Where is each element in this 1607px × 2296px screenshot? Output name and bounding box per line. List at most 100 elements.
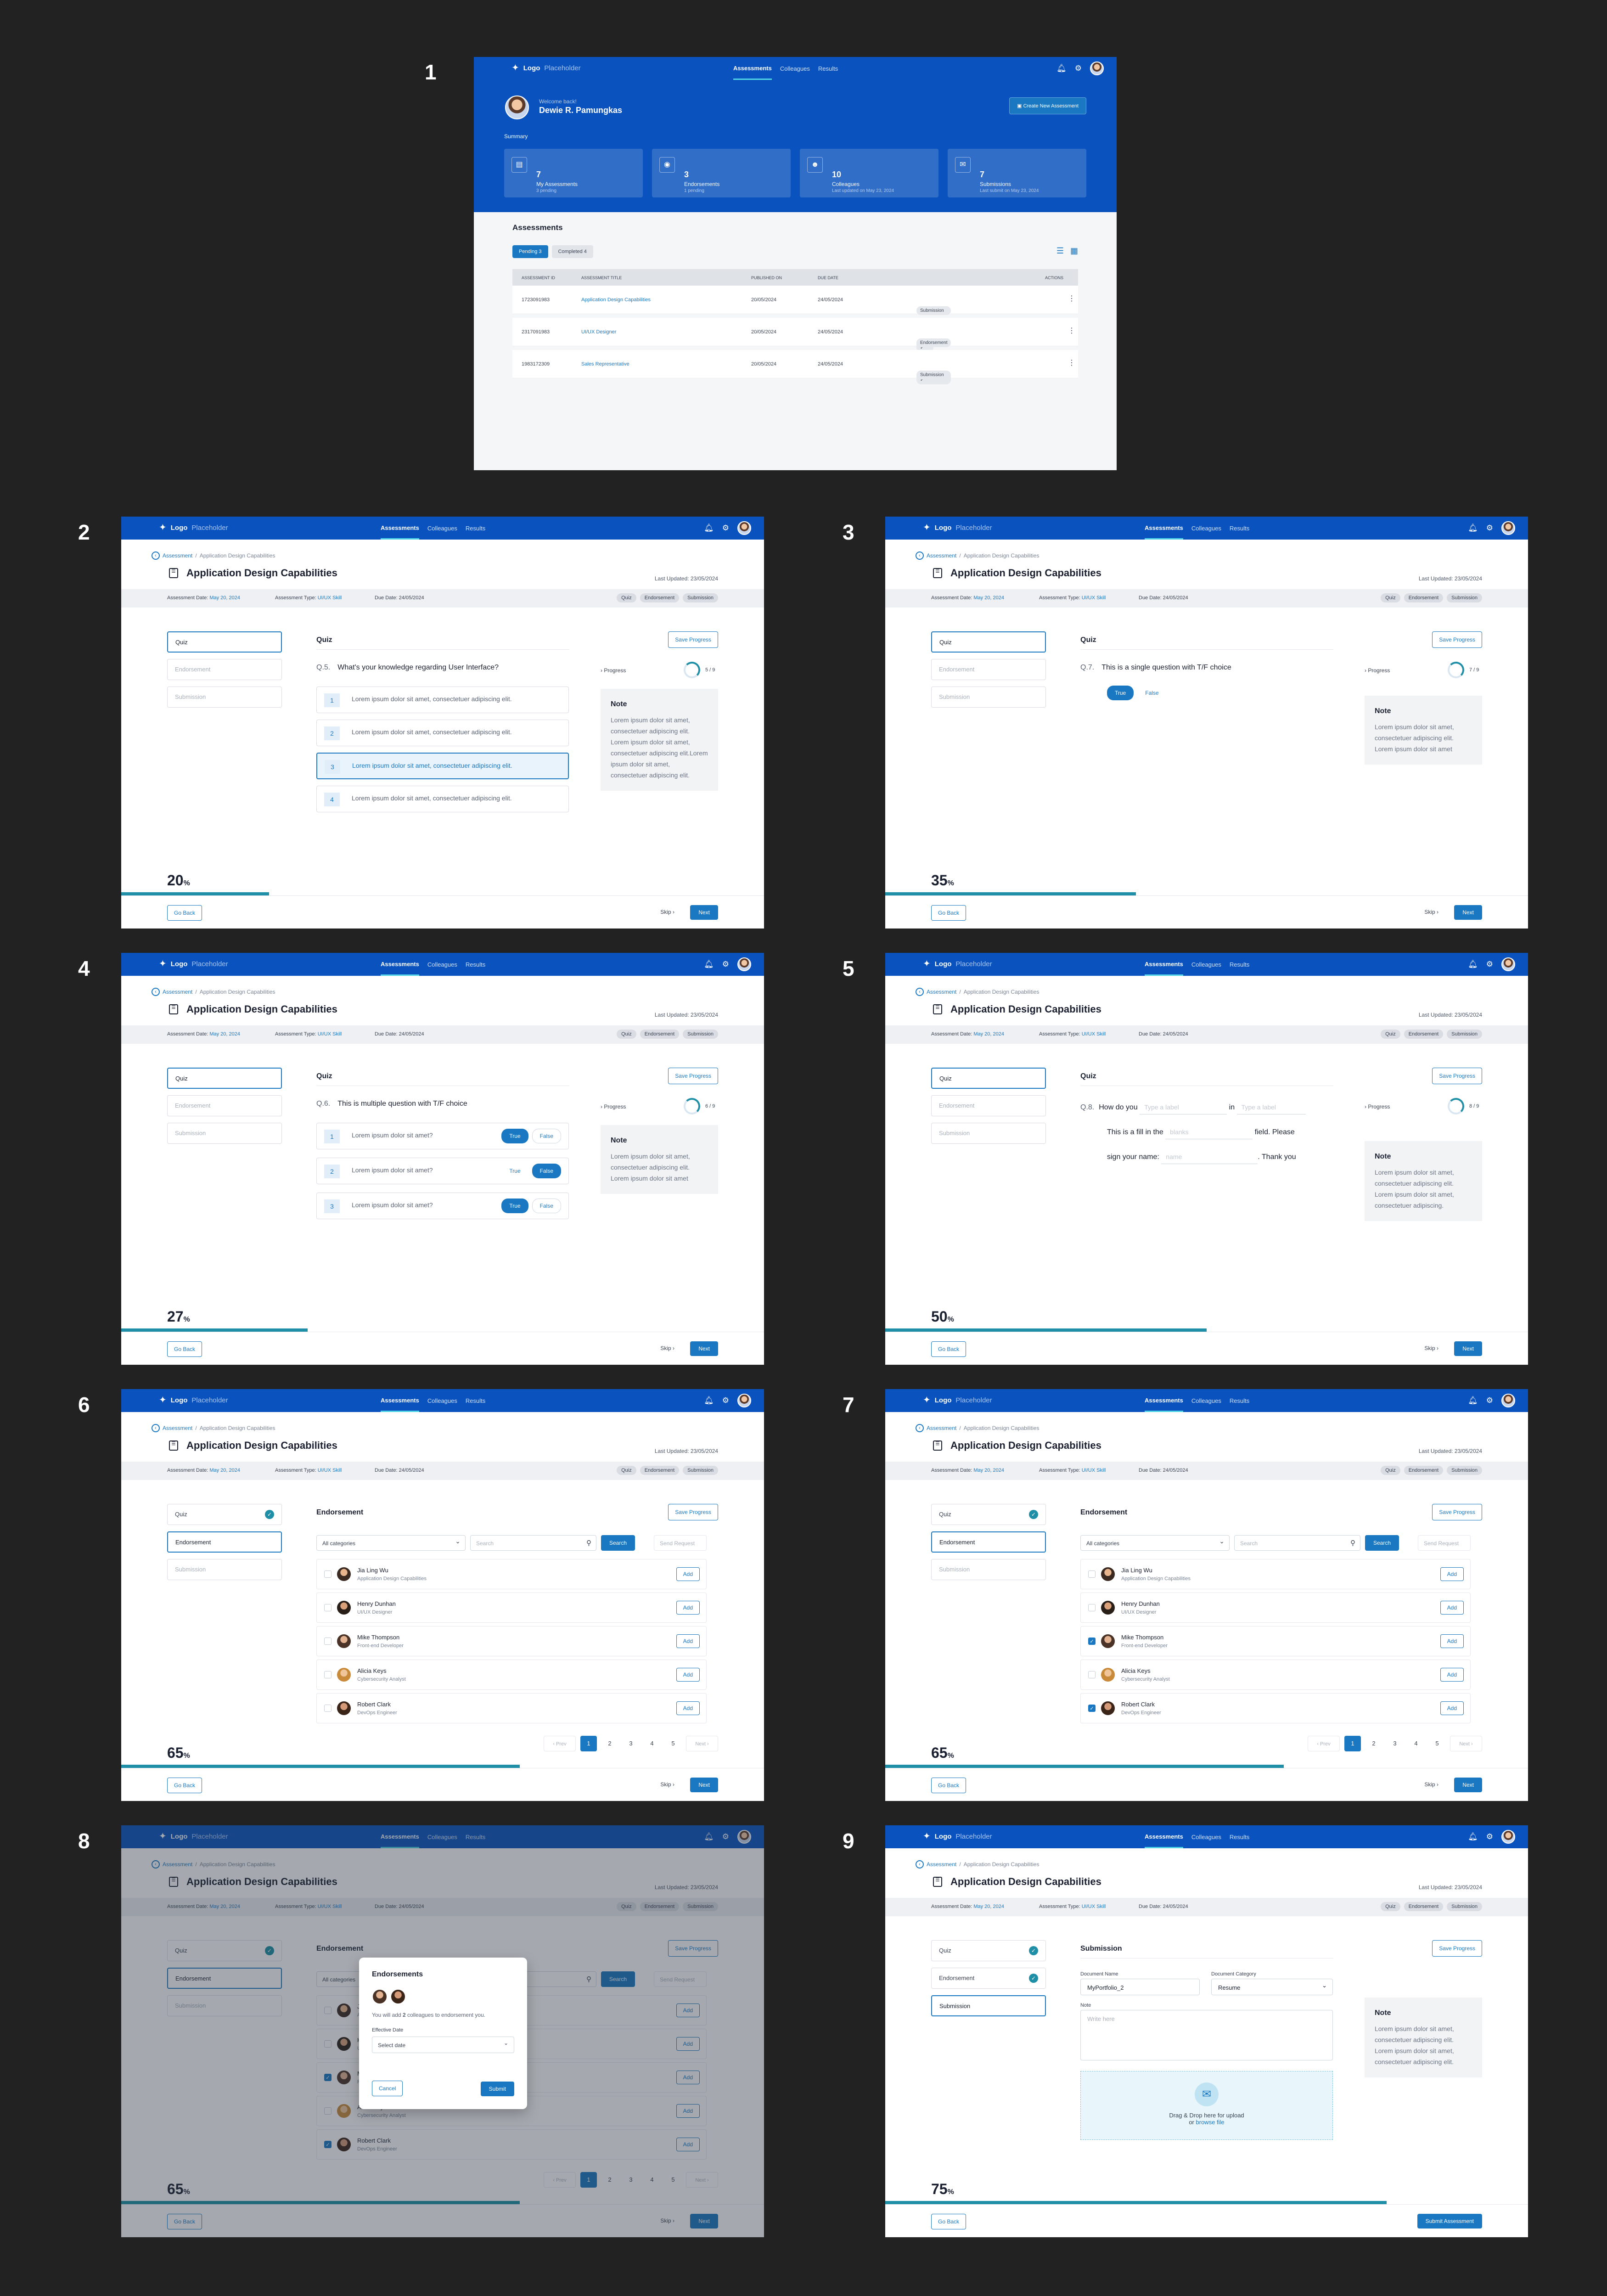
submit-assessment-button[interactable]: Submit Assessment	[1417, 2214, 1482, 2228]
select-checkbox[interactable]	[1088, 1604, 1096, 1611]
step-quiz[interactable]: Quiz ✓	[931, 1504, 1046, 1525]
nav-assessments[interactable]: Assessments	[381, 1389, 419, 1412]
nav-results[interactable]: Results	[1230, 1397, 1249, 1404]
gear-icon[interactable]: ⚙	[1486, 1832, 1493, 1841]
step-submission[interactable]: Submission	[931, 1559, 1046, 1580]
go-back-button[interactable]: Go Back	[167, 1341, 202, 1357]
nav-assessments[interactable]: Assessments	[381, 517, 419, 540]
logo[interactable]: ✦ Logo Placeholder	[159, 523, 228, 532]
nav-colleagues[interactable]: Colleagues	[1191, 1834, 1221, 1840]
answer-option[interactable]: 1 Lorem ipsum dolor sit amet, consectetue…	[316, 687, 569, 713]
avatar[interactable]	[737, 521, 751, 535]
more-actions-icon[interactable]: ⋮	[1068, 326, 1075, 335]
page-1[interactable]: 1	[1344, 1736, 1361, 1751]
logo[interactable]: ✦ Logo Placeholder	[923, 523, 992, 532]
nav-colleagues[interactable]: Colleagues	[427, 961, 457, 968]
skip-button[interactable]: Skip ›	[1424, 1781, 1438, 1788]
create-assessment-button[interactable]: ▣ Create New Assessment	[1009, 97, 1086, 114]
send-request-button[interactable]: Send Request	[654, 1535, 707, 1551]
select-checkbox[interactable]	[1088, 1570, 1096, 1578]
go-back-button[interactable]: Go Back	[931, 1778, 966, 1793]
tab-completed[interactable]: Completed 4	[551, 245, 593, 258]
nav-assessments[interactable]: Assessments	[733, 57, 772, 80]
progress-toggle[interactable]: › Progress	[1365, 1103, 1390, 1110]
select-checkbox[interactable]	[324, 1570, 332, 1578]
nav-colleagues[interactable]: Colleagues	[1191, 525, 1221, 532]
answer-option[interactable]: 3 Lorem ipsum dolor sit amet, consectetue…	[316, 753, 569, 779]
blank-input[interactable]: name	[1161, 1150, 1258, 1165]
next-button[interactable]: Next	[1454, 1341, 1482, 1356]
nav-results[interactable]: Results	[466, 525, 485, 532]
step-quiz[interactable]: Quiz	[167, 631, 282, 653]
nav-colleagues[interactable]: Colleagues	[427, 525, 457, 532]
page-4[interactable]: 4	[644, 1736, 660, 1751]
nav-colleagues[interactable]: Colleagues	[780, 65, 810, 72]
blank-input[interactable]: Type a label	[1236, 1100, 1306, 1115]
gear-icon[interactable]: ⚙	[722, 1396, 729, 1405]
add-button[interactable]: Add	[676, 1634, 700, 1648]
nav-assessments[interactable]: Assessments	[1145, 1825, 1183, 1848]
summary-card[interactable]: ✉ 7 Submissions Last submit on May 23, 202…	[948, 149, 1086, 197]
add-button[interactable]: Add	[676, 1668, 700, 1682]
tab-pending[interactable]: Pending 3	[512, 245, 548, 258]
add-button[interactable]: Add	[1440, 1634, 1464, 1648]
page-5[interactable]: 5	[1429, 1736, 1445, 1751]
nav-results[interactable]: Results	[1230, 525, 1249, 532]
skip-button[interactable]: Skip ›	[1424, 909, 1438, 915]
avatar[interactable]	[1090, 62, 1104, 75]
select-checkbox[interactable]	[1088, 1671, 1096, 1678]
save-progress-button[interactable]: Save Progress	[1432, 1068, 1482, 1084]
back-circle-icon[interactable]: ‹	[152, 551, 160, 560]
step-submission[interactable]: Submission	[931, 1995, 1046, 2016]
add-button[interactable]: Add	[1440, 1668, 1464, 1682]
logo[interactable]: ✦ Logo Placeholder	[511, 63, 581, 73]
gear-icon[interactable]: ⚙	[722, 960, 729, 969]
true-button[interactable]: True	[501, 1199, 528, 1213]
back-circle-icon[interactable]: ‹	[916, 551, 924, 560]
nav-assessments[interactable]: Assessments	[1145, 517, 1183, 540]
grid-view-icon[interactable]: ▦	[1070, 246, 1078, 256]
category-select[interactable]: All categories	[1080, 1535, 1230, 1551]
avatar[interactable]	[1501, 1830, 1515, 1844]
select-checkbox[interactable]	[324, 1638, 332, 1645]
blank-input[interactable]: Type a label	[1140, 1100, 1227, 1115]
gear-icon[interactable]: ⚙	[1486, 960, 1493, 969]
document-name-input[interactable]: MyPortfolio_2	[1080, 1979, 1200, 1995]
logo[interactable]: ✦ Logo Placeholder	[923, 1396, 992, 1405]
bell-icon[interactable]: 🔔︎	[1056, 64, 1067, 73]
go-back-button[interactable]: Go Back	[931, 1341, 966, 1357]
step-endorsement[interactable]: Endorsement	[167, 659, 282, 680]
step-submission[interactable]: Submission	[167, 1123, 282, 1144]
back-circle-icon[interactable]: ‹	[916, 988, 924, 996]
summary-card[interactable]: ▤ 7 My Assessments 3 pending	[504, 149, 643, 197]
prev-page-button[interactable]: ‹ Prev	[1308, 1736, 1340, 1751]
step-submission[interactable]: Submission	[167, 1559, 282, 1580]
save-progress-button[interactable]: Save Progress	[1432, 1940, 1482, 1957]
save-progress-button[interactable]: Save Progress	[668, 1068, 718, 1084]
upload-dropzone[interactable]: ✉ Drag & Drop here for upload or browse fi…	[1080, 2071, 1333, 2140]
add-button[interactable]: Add	[1440, 1567, 1464, 1581]
search-input[interactable]: Search⚲	[470, 1535, 596, 1551]
blank-input[interactable]: blanks	[1165, 1125, 1253, 1140]
back-circle-icon[interactable]: ‹	[916, 1424, 924, 1432]
next-button[interactable]: Next	[690, 1778, 718, 1792]
select-checkbox[interactable]	[324, 1604, 332, 1611]
step-quiz[interactable]: Quiz ✓	[167, 1504, 282, 1525]
back-circle-icon[interactable]: ‹	[152, 988, 160, 996]
back-circle-icon[interactable]: ‹	[152, 1424, 160, 1432]
nav-results[interactable]: Results	[466, 961, 485, 968]
next-button[interactable]: Next	[1454, 905, 1482, 920]
select-checkbox[interactable]	[324, 1671, 332, 1678]
note-textarea[interactable]: Write here	[1080, 2010, 1333, 2060]
step-quiz[interactable]: Quiz	[931, 631, 1046, 653]
nav-results[interactable]: Results	[466, 1397, 485, 1404]
table-row[interactable]: 2317091983 UI/UX Designer 20/05/2024 24/…	[512, 318, 1078, 352]
summary-card[interactable]: ☻ 10 Colleagues Last updated on May 23, 20…	[800, 149, 938, 197]
logo[interactable]: ✦ Logo Placeholder	[923, 1832, 992, 1841]
cancel-button[interactable]: Cancel	[372, 2081, 403, 2096]
gear-icon[interactable]: ⚙	[722, 523, 729, 533]
save-progress-button[interactable]: Save Progress	[668, 1504, 718, 1520]
browse-file-link[interactable]: browse file	[1196, 2119, 1225, 2126]
nav-colleagues[interactable]: Colleagues	[1191, 961, 1221, 968]
category-select[interactable]: All categories	[316, 1535, 466, 1551]
